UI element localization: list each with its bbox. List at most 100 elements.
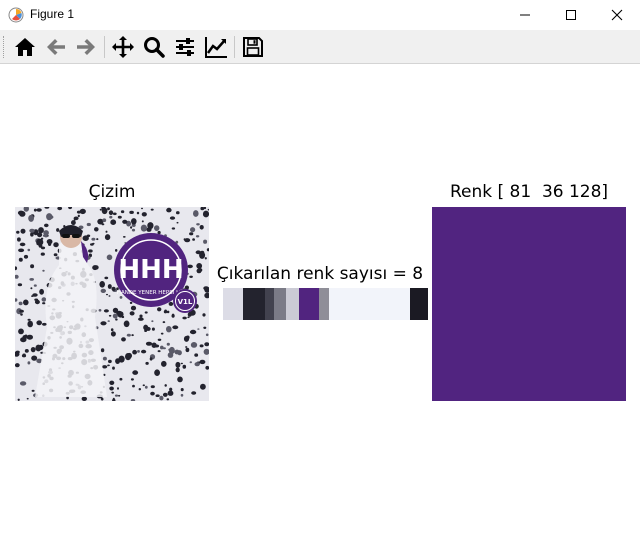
cover-spot [53,253,58,257]
cover-spot [77,214,80,218]
selected-color-swatch [432,207,626,401]
cover-spot [132,349,137,355]
cover-spot [141,220,144,223]
cover-spot [39,288,44,295]
cover-spot [122,236,126,238]
cover-spot [176,211,180,215]
cover-spot [140,224,147,232]
cover-spot [82,235,89,241]
cover-spot [19,242,26,247]
cover-spot [131,334,134,337]
cover-spot [108,314,112,317]
cover-spot [42,234,47,237]
cover-spot [130,305,137,311]
cover-spot [34,299,40,305]
cover-spot [131,218,137,225]
cover-spot [53,242,59,248]
cover-spot [14,363,20,368]
toolbar-separator [234,36,235,58]
cover-spot [180,362,183,365]
cover-spot [35,344,42,352]
cover-spot [190,342,198,348]
cover-spot [112,212,117,216]
forward-button[interactable] [72,34,100,60]
cover-spot [199,344,204,348]
cover-spot [151,320,154,323]
palette-segment [286,288,299,320]
close-button[interactable] [594,0,640,30]
cover-spot [130,226,133,229]
cover-spot [33,284,37,287]
palette-segment [410,288,428,320]
cover-spot [193,210,199,217]
maximize-button[interactable] [548,0,594,30]
cover-spot [175,361,181,368]
cover-spot [109,215,113,219]
cover-spot [112,307,119,313]
cover-spot [31,389,35,392]
matplotlib-icon [8,7,24,23]
minimize-button[interactable] [502,0,548,30]
cover-spot [157,350,161,353]
zoom-button[interactable] [140,34,168,60]
cover-spot [110,331,116,337]
cover-spot [129,311,135,316]
cover-spot [205,333,209,337]
cover-spot [126,352,132,359]
cover-spot [196,268,202,274]
save-button[interactable] [239,34,267,60]
cover-spot [132,370,139,375]
cover-spot [115,249,118,252]
cover-spot [189,361,192,364]
cover-spot [160,332,164,335]
cover-spot [185,347,190,353]
cover-spot [144,311,148,314]
cover-spot [161,360,167,367]
cover-spot [104,276,109,280]
cover-spot [20,313,23,316]
edit-axis-button[interactable] [202,34,230,60]
cover-spot [157,338,162,341]
cover-spot [38,227,44,234]
cover-spot [108,295,111,297]
cover-spot [199,359,206,365]
pan-button[interactable] [109,34,137,60]
cover-spot [202,210,210,218]
cover-spot [20,228,26,234]
configure-subplots-button[interactable] [171,34,199,60]
cover-spot [111,391,114,394]
cover-spot [17,283,23,287]
cover-spot [31,295,34,297]
back-button[interactable] [42,34,70,60]
cover-spot [185,346,188,348]
cover-spot [37,232,43,238]
cover-spot [196,223,200,226]
cover-spot [117,387,119,390]
cover-spot [101,223,105,226]
cover-spot [182,364,187,369]
cover-spot [110,328,114,332]
home-button[interactable] [11,34,39,60]
cover-spot [16,230,20,234]
cover-spot [174,349,180,355]
cover-spot [126,333,131,337]
cover-spot [22,353,26,356]
cover-spot [18,328,24,335]
cover-spot [86,222,91,227]
cover-spot [144,385,148,389]
cover-spot [81,396,88,401]
cover-spot [142,384,145,387]
cover-spot [182,316,187,320]
cover-spot [29,278,34,281]
cover-spot [168,348,171,351]
logo-volume: V1L [178,298,193,306]
cover-spot [100,288,107,293]
cover-spot [27,320,33,328]
palette-segment [318,288,329,320]
cover-spot [100,348,105,353]
cover-spot [150,391,155,396]
cover-spot [100,321,107,326]
cover-spot [141,212,147,217]
cover-spot [189,275,193,278]
cover-spot [203,286,209,291]
